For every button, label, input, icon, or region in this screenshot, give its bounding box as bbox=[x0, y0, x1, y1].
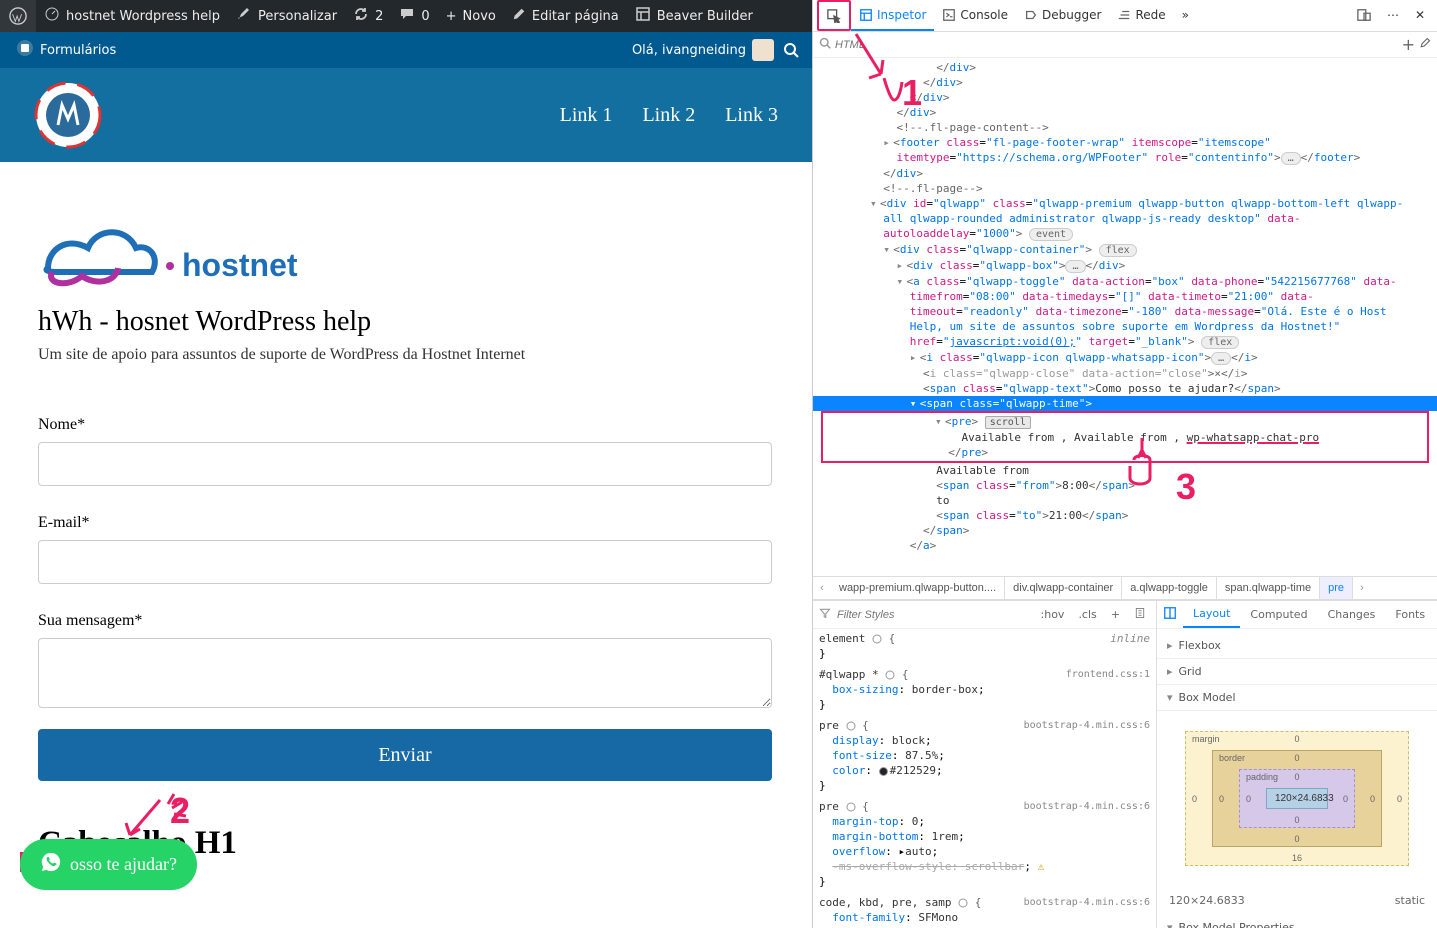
wp-logo[interactable] bbox=[0, 0, 36, 32]
crumb-0[interactable]: wapp-premium.qlwapp-button.... bbox=[831, 577, 1005, 599]
layout-panel-toggle-icon[interactable] bbox=[1157, 606, 1183, 623]
layout-panel[interactable]: ▸Flexbox ▸Grid ▾Box Model margin 0 0 16 … bbox=[1157, 629, 1437, 928]
submit-button[interactable]: Enviar bbox=[38, 729, 772, 781]
message-textarea[interactable] bbox=[38, 638, 772, 708]
element-picker[interactable] bbox=[817, 0, 851, 31]
close-devtools[interactable]: ✕ bbox=[1407, 0, 1433, 31]
search-toggle[interactable] bbox=[780, 39, 802, 61]
breadcrumbs: ‹ wapp-premium.qlwapp-button.... div.qlw… bbox=[813, 576, 1437, 600]
cls-button[interactable]: .cls bbox=[1074, 606, 1100, 623]
hov-button[interactable]: :hov bbox=[1037, 606, 1069, 623]
svg-text:hostnet: hostnet bbox=[182, 247, 298, 283]
edit-page-link[interactable]: Editar página bbox=[504, 0, 627, 32]
responsive-icon[interactable] bbox=[1349, 0, 1379, 31]
avatar-icon bbox=[752, 39, 774, 61]
crumb-3[interactable]: span.qlwapp-time bbox=[1217, 577, 1320, 599]
crumb-left[interactable]: ‹ bbox=[813, 582, 831, 594]
crumb-right[interactable]: › bbox=[1353, 582, 1371, 594]
changes-tab[interactable]: Changes bbox=[1318, 601, 1386, 628]
filter-icon bbox=[819, 607, 831, 622]
crumb-4[interactable]: pre bbox=[1320, 577, 1353, 599]
grid-section[interactable]: ▸Grid bbox=[1157, 659, 1437, 685]
search-icon bbox=[819, 37, 831, 52]
hostnet-logo: hostnet bbox=[38, 218, 328, 302]
new-link[interactable]: +Novo bbox=[438, 0, 504, 32]
email-input[interactable] bbox=[38, 540, 772, 584]
email-label: E-mail* bbox=[38, 514, 774, 532]
fonts-tab[interactable]: Fonts bbox=[1385, 601, 1435, 628]
message-label: Sua mensagem* bbox=[38, 612, 774, 630]
new-rule-icon[interactable]: + bbox=[1107, 606, 1124, 623]
updates-link[interactable]: 2 bbox=[345, 0, 391, 32]
dashboard-icon bbox=[44, 6, 60, 26]
dimensions-value: 120×24.6833 bbox=[1169, 894, 1245, 907]
plus-icon: + bbox=[446, 9, 457, 24]
page-title: hWh - hosnet WordPress help bbox=[38, 306, 774, 338]
site-logo[interactable] bbox=[34, 81, 102, 149]
debugger-tab[interactable]: Debugger bbox=[1016, 0, 1109, 31]
forms-icon bbox=[16, 39, 34, 61]
markup-tree[interactable]: </div> </div> </div> </div> <!--.fl-page… bbox=[813, 58, 1437, 576]
crumb-1[interactable]: div.qlwapp-container bbox=[1005, 577, 1122, 599]
console-tab[interactable]: Console bbox=[934, 0, 1016, 31]
refresh-icon bbox=[353, 6, 369, 26]
name-input[interactable] bbox=[38, 442, 772, 486]
flexbox-section[interactable]: ▸Flexbox bbox=[1157, 633, 1437, 659]
brush-icon bbox=[236, 6, 252, 26]
boxmodel-section[interactable]: ▾Box Model bbox=[1157, 685, 1437, 711]
whatsapp-button[interactable]: osso te ajudar? bbox=[20, 839, 197, 890]
inspector-tab[interactable]: Inspetor bbox=[851, 0, 934, 31]
greeting[interactable]: Olá, ivangneiding bbox=[626, 39, 780, 61]
page-content: hostnet hWh - hosnet WordPress help Um s… bbox=[0, 162, 812, 928]
box-model-diagram: margin 0 0 16 0 border 0 0 0 0 bbox=[1157, 711, 1437, 886]
kebab-icon[interactable]: ⋯ bbox=[1379, 0, 1407, 31]
position-value: static bbox=[1395, 894, 1425, 907]
layout-tabs: Layout Computed Changes Fonts bbox=[1157, 601, 1437, 629]
html-search-input[interactable] bbox=[835, 39, 1398, 51]
network-tab[interactable]: Rede bbox=[1109, 0, 1173, 31]
forms-item[interactable]: Formulários bbox=[10, 39, 122, 61]
nav-link-3[interactable]: Link 3 bbox=[725, 104, 778, 127]
styles-settings-icon[interactable] bbox=[1130, 605, 1150, 624]
devtools-toolbar: Inspetor Console Debugger Rede » ⋯ ✕ bbox=[813, 0, 1437, 32]
nav-link-2[interactable]: Link 2 bbox=[642, 104, 695, 127]
secondary-bar: Formulários Olá, ivangneiding bbox=[0, 32, 812, 68]
edit-html-icon[interactable] bbox=[1419, 37, 1431, 52]
nav-link-1[interactable]: Link 1 bbox=[560, 104, 613, 127]
highlight-box-pre: ▾<pre> scroll Available from , Available… bbox=[821, 411, 1429, 463]
filter-styles-input[interactable] bbox=[837, 609, 1031, 621]
pencil-icon bbox=[512, 7, 526, 25]
whatsapp-icon bbox=[40, 851, 62, 878]
crumb-2[interactable]: a.qlwapp-toggle bbox=[1122, 577, 1217, 599]
computed-tab[interactable]: Computed bbox=[1240, 601, 1317, 628]
more-tabs[interactable]: » bbox=[1174, 0, 1197, 31]
hero-nav: Link 1 Link 2 Link 3 bbox=[0, 68, 812, 162]
styles-toolbar: :hov .cls + bbox=[813, 601, 1156, 629]
layout-icon bbox=[635, 6, 651, 26]
beaver-builder-link[interactable]: Beaver Builder bbox=[627, 0, 761, 32]
name-label: Nome* bbox=[38, 416, 774, 434]
layout-tab[interactable]: Layout bbox=[1183, 601, 1240, 628]
site-name[interactable]: hostnet Wordpress help bbox=[36, 0, 228, 32]
wordpress-icon bbox=[8, 6, 28, 26]
add-node-icon[interactable]: + bbox=[1402, 35, 1415, 54]
bmprops-section[interactable]: ▾Box Model Properties bbox=[1157, 915, 1437, 928]
html-search-bar: + bbox=[813, 32, 1437, 58]
comments-link[interactable]: 0 bbox=[391, 0, 437, 32]
customize-link[interactable]: Personalizar bbox=[228, 0, 345, 32]
page-subtitle: Um site de apoio para assuntos de suport… bbox=[38, 346, 774, 364]
wp-admin-bar: hostnet Wordpress help Personalizar 2 0 … bbox=[0, 0, 812, 32]
contact-form: Nome* E-mail* Sua mensagem* Enviar bbox=[38, 416, 774, 781]
comment-icon bbox=[399, 6, 415, 26]
css-rules[interactable]: element {inline } #qlwapp * {frontend.cs… bbox=[813, 629, 1156, 928]
